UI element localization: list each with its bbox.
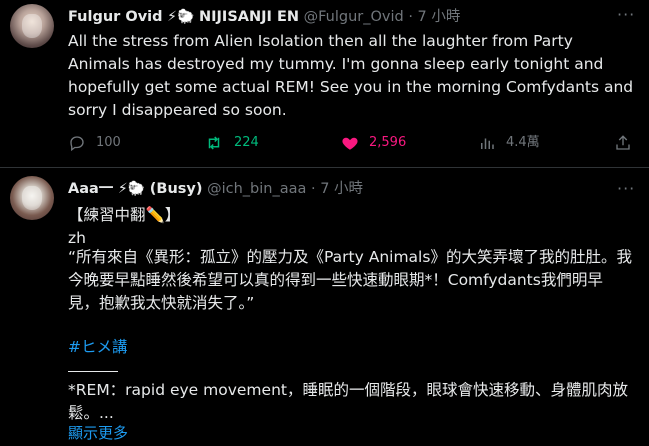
display-name[interactable]: Fulgur Ovid	[68, 9, 163, 25]
views-button[interactable]: 4.4萬	[478, 132, 540, 154]
show-more-link[interactable]: 顯示更多	[68, 422, 128, 443]
share-button[interactable]	[614, 132, 642, 154]
tweet-header: Fulgur Ovid ⚡🐑 NIJISANJI EN @Fulgur_Ovid…	[68, 6, 460, 28]
retweet-button[interactable]: 224	[204, 132, 259, 154]
reply-icon	[70, 135, 84, 151]
timestamp[interactable]: 7 小時	[418, 9, 461, 25]
tweet-divider	[0, 167, 649, 168]
more-options-icon[interactable]: ···	[617, 7, 635, 26]
org-name[interactable]: NIJISANJI EN	[199, 9, 299, 25]
avatar[interactable]	[10, 4, 54, 48]
views-icon	[481, 138, 494, 149]
separator-dot: ·	[311, 181, 316, 197]
badge-emoji: ⚡🐑	[117, 181, 146, 197]
handle[interactable]: @ich_bin_aaa	[207, 181, 306, 197]
tweet-header: Aaa一 ⚡🐑 (Busy) @ich_bin_aaa · 7 小時	[68, 178, 363, 200]
reply-count: 100	[96, 135, 121, 150]
tweet-line-title: 【練習中翻✏️】	[68, 206, 181, 224]
reply-button[interactable]: 100	[68, 132, 121, 154]
more-options-icon[interactable]: ···	[617, 181, 635, 200]
tweet-text: All the stress from Alien Isolation then…	[68, 32, 639, 119]
tweet-actions: 100 224 2,596 4.4萬	[68, 132, 638, 154]
retweet-icon	[208, 135, 220, 150]
tweet-quote: “所有來自《異形：孤立》的壓力及《Party Animals》的大笑弄壞了我的肚…	[68, 248, 632, 312]
like-count: 2,596	[369, 135, 407, 150]
status-text[interactable]: (Busy)	[150, 181, 203, 197]
tweet-note: *REM：rapid eye movement，睡眠的一個階段，眼球會快速移動、…	[68, 381, 628, 422]
display-name[interactable]: Aaa一	[68, 181, 113, 197]
retweet-count: 224	[234, 135, 259, 150]
hashtag-link[interactable]: #ヒメ講	[68, 336, 638, 359]
separator-rule	[68, 371, 118, 372]
handle[interactable]: @Fulgur_Ovid	[304, 9, 404, 25]
badge-emoji: ⚡🐑	[167, 9, 195, 25]
heart-icon	[342, 137, 358, 150]
like-button[interactable]: 2,596	[341, 132, 406, 154]
share-icon	[616, 134, 630, 150]
view-count: 4.4萬	[506, 135, 540, 150]
avatar[interactable]	[10, 176, 54, 220]
timestamp[interactable]: 7 小時	[320, 181, 363, 197]
separator-dot: ·	[408, 9, 413, 25]
